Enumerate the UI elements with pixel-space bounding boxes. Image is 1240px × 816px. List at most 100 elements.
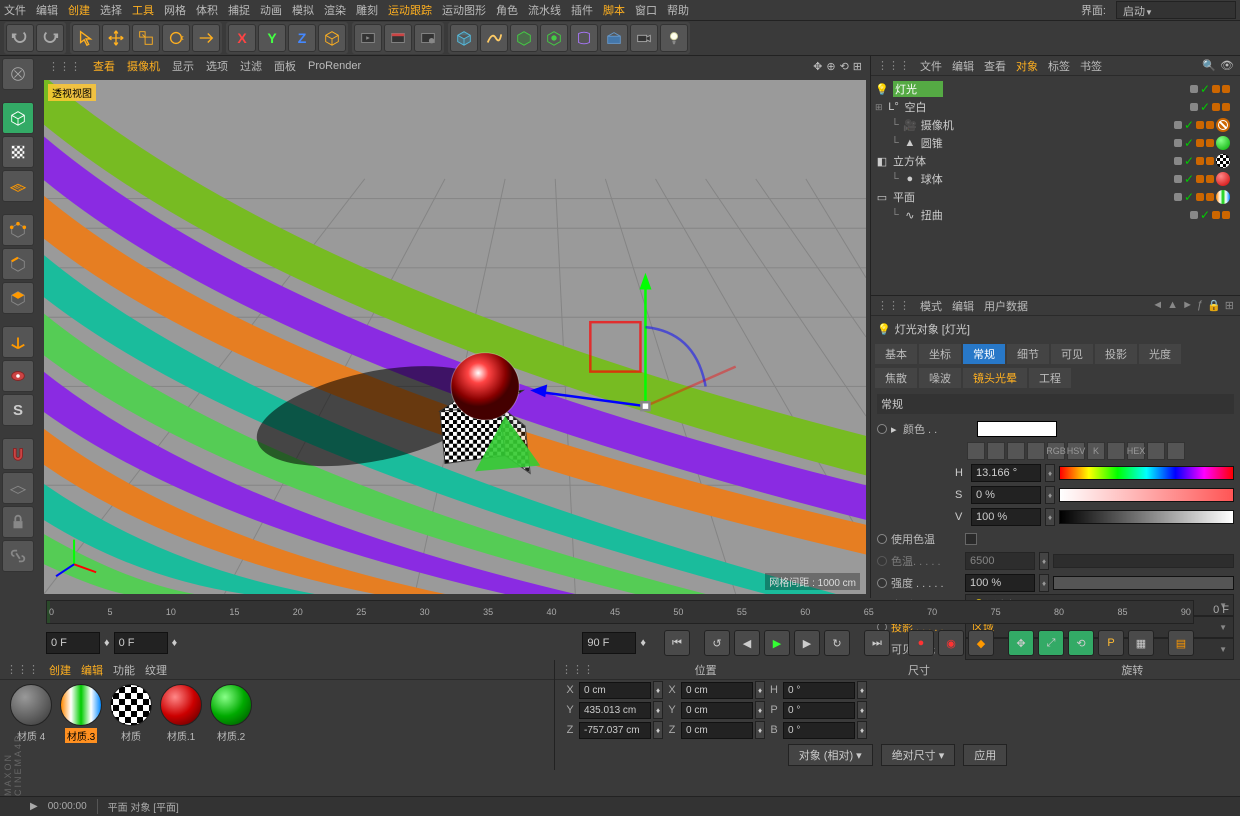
menu-script[interactable]: 脚本 xyxy=(603,2,625,18)
use-colortemp-checkbox[interactable] xyxy=(965,533,977,545)
vp-layout-icon[interactable]: ⊞ xyxy=(853,60,862,73)
hue-slider[interactable] xyxy=(1059,466,1234,480)
magnet-button[interactable] xyxy=(2,438,34,470)
timeline-ruler[interactable]: 051015202530354045505560657075808590 0 F xyxy=(46,600,1194,624)
tab-general[interactable]: 常规 xyxy=(963,344,1005,364)
vtab-display[interactable]: 显示 xyxy=(172,58,194,74)
om-bookmarks[interactable]: 书签 xyxy=(1080,58,1102,74)
render-pv-button[interactable] xyxy=(384,24,412,52)
vtab-view[interactable]: 查看 xyxy=(93,58,115,74)
menu-select[interactable]: 选择 xyxy=(100,2,122,18)
add-environment-button[interactable] xyxy=(600,24,628,52)
step-icon[interactable]: ♦ xyxy=(104,637,110,649)
vis-editor-dot[interactable] xyxy=(1196,175,1204,183)
colormode-button[interactable]: RGB xyxy=(1047,442,1065,460)
hue-input[interactable] xyxy=(971,464,1041,482)
am-nav-prev-icon[interactable]: ◄ xyxy=(1152,299,1163,312)
step-icon[interactable]: ♦ xyxy=(653,681,663,699)
object-row[interactable]: └🎥摄像机✓ xyxy=(875,116,1236,134)
menu-file[interactable]: 文件 xyxy=(4,2,26,18)
goto-start-button[interactable]: ⏮ xyxy=(664,630,690,656)
size-mode-dropdown[interactable]: 绝对尺寸 ▾ xyxy=(881,744,956,766)
add-camera-button[interactable] xyxy=(630,24,658,52)
colormode-button[interactable] xyxy=(1007,442,1025,460)
rotation-input[interactable] xyxy=(783,682,855,699)
texture-mode[interactable] xyxy=(2,136,34,168)
add-spline-button[interactable] xyxy=(480,24,508,52)
menu-snap[interactable]: 捕捉 xyxy=(228,2,250,18)
prev-frame-button[interactable]: ◀ xyxy=(734,630,760,656)
tab-coord[interactable]: 坐标 xyxy=(919,344,961,364)
coord-mode-dropdown[interactable]: 对象 (相对) ▾ xyxy=(788,744,873,766)
key-param-button[interactable]: P xyxy=(1098,630,1124,656)
render-view-button[interactable] xyxy=(354,24,382,52)
range-end-input[interactable]: 90 F xyxy=(582,632,636,654)
step-icon[interactable]: ♦ xyxy=(755,681,765,699)
tab-photometric[interactable]: 光度 xyxy=(1139,344,1181,364)
enable-toggle[interactable]: ✓ xyxy=(1184,136,1194,150)
undo-button[interactable] xyxy=(6,24,34,52)
last-tool[interactable] xyxy=(192,24,220,52)
position-input[interactable] xyxy=(579,722,651,739)
position-input[interactable] xyxy=(579,682,651,699)
material-tag[interactable] xyxy=(1216,154,1230,168)
tab-details[interactable]: 细节 xyxy=(1007,344,1049,364)
om-file[interactable]: 文件 xyxy=(920,58,942,74)
render-settings-button[interactable] xyxy=(414,24,442,52)
layer-dot[interactable] xyxy=(1174,121,1182,129)
vis-render-dot[interactable] xyxy=(1206,193,1214,201)
layer-dot[interactable] xyxy=(1174,193,1182,201)
vis-editor-dot[interactable] xyxy=(1196,193,1204,201)
vtab-options[interactable]: 选项 xyxy=(206,58,228,74)
add-light-button[interactable] xyxy=(660,24,688,52)
colormode-button[interactable]: HEX xyxy=(1127,442,1145,460)
intensity-input[interactable] xyxy=(965,574,1035,592)
range-start-input[interactable]: 0 F xyxy=(46,632,100,654)
add-cube-button[interactable] xyxy=(450,24,478,52)
vtab-camera[interactable]: 摄像机 xyxy=(127,58,160,74)
step-icon[interactable]: ♦ xyxy=(755,721,765,739)
axis-y-toggle[interactable]: Y xyxy=(258,24,286,52)
animation-layout-button[interactable]: ▤ xyxy=(1168,630,1194,656)
am-new-icon[interactable]: ⊞ xyxy=(1225,299,1234,312)
layer-dot[interactable] xyxy=(1174,175,1182,183)
am-edit[interactable]: 编辑 xyxy=(952,298,974,314)
om-tags[interactable]: 标签 xyxy=(1048,58,1070,74)
menu-volume[interactable]: 体积 xyxy=(196,2,218,18)
sat-slider[interactable] xyxy=(1059,488,1234,502)
menu-edit[interactable]: 编辑 xyxy=(36,2,58,18)
color-swatch[interactable] xyxy=(977,421,1057,437)
mm-edit[interactable]: 编辑 xyxy=(81,662,103,678)
vis-editor-dot[interactable] xyxy=(1212,85,1220,93)
menu-sculpt[interactable]: 雕刻 xyxy=(356,2,378,18)
om-search-icon[interactable]: 🔍 xyxy=(1202,59,1216,72)
anim-radio[interactable] xyxy=(877,556,887,566)
viewport-solo-button[interactable] xyxy=(2,360,34,392)
rotation-input[interactable] xyxy=(783,722,855,739)
vis-render-dot[interactable] xyxy=(1206,121,1214,129)
step-icon[interactable]: ♦ xyxy=(172,637,178,649)
material-tag[interactable] xyxy=(1216,136,1230,150)
enable-toggle[interactable]: ✓ xyxy=(1184,190,1194,204)
step-icon[interactable]: ♦ xyxy=(1039,552,1049,570)
position-input[interactable] xyxy=(579,702,651,719)
tab-project[interactable]: 工程 xyxy=(1029,368,1071,388)
vis-editor-dot[interactable] xyxy=(1196,157,1204,165)
rotate-tool[interactable] xyxy=(162,24,190,52)
enable-toggle[interactable]: ✓ xyxy=(1200,82,1210,96)
edges-mode[interactable] xyxy=(2,248,34,280)
snap-button[interactable]: S xyxy=(2,394,34,426)
om-edit[interactable]: 编辑 xyxy=(952,58,974,74)
layer-dot[interactable] xyxy=(1190,85,1198,93)
om-eye-icon[interactable]: 👁 xyxy=(1220,59,1234,72)
coord-system[interactable] xyxy=(318,24,346,52)
enable-toggle[interactable]: ✓ xyxy=(1184,172,1194,186)
axis-x-toggle[interactable]: X xyxy=(228,24,256,52)
tab-visibility[interactable]: 可见 xyxy=(1051,344,1093,364)
interface-select[interactable]: 启动▼ xyxy=(1116,1,1236,19)
step-icon[interactable]: ♦ xyxy=(857,721,867,739)
menu-pipeline[interactable]: 流水线 xyxy=(528,2,561,18)
intensity-slider[interactable] xyxy=(1053,576,1234,590)
colormode-button[interactable]: HSV xyxy=(1067,442,1085,460)
menu-window[interactable]: 窗口 xyxy=(635,2,657,18)
